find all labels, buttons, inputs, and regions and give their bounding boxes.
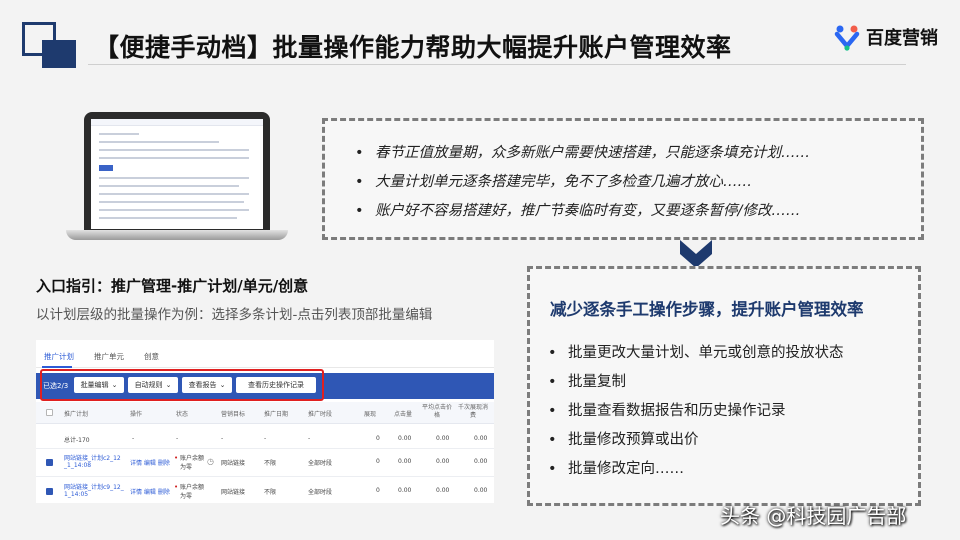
column-header[interactable]: 展现 xyxy=(364,409,376,418)
promo-period[interactable]: 全部时段 xyxy=(308,487,332,496)
campaign-name-link[interactable]: 网站链接_计划c9_12_ xyxy=(64,482,124,491)
campaign-name-link[interactable]: 1_14:05 xyxy=(64,491,88,498)
mini-row xyxy=(99,209,249,211)
mini-row xyxy=(99,149,249,151)
laptop-illustration xyxy=(66,108,288,240)
row-divider xyxy=(36,448,494,449)
summary-value: 0.00 xyxy=(436,435,450,442)
promo-date[interactable]: 不限 xyxy=(264,487,276,496)
benefit-item: 批量查看数据报告和历史操作记录 xyxy=(542,397,844,426)
row-actions[interactable]: 详情 编辑 删除 xyxy=(130,458,170,467)
marketing-goal: 网站链接 xyxy=(221,460,246,467)
status-dot-icon: • xyxy=(174,454,179,462)
mini-row xyxy=(99,193,249,195)
mini-row xyxy=(99,177,249,179)
pain-point-item: 账户好不容易搭建好，推广节奏临时有变，又要逐条暂停/修改…… xyxy=(349,197,810,226)
row-divider xyxy=(36,476,494,477)
mini-selected-tab xyxy=(99,165,113,171)
watermark: 头条 @科技园广告部 xyxy=(720,504,907,528)
laptop-screen xyxy=(91,119,263,229)
mini-row xyxy=(99,217,237,219)
pain-points-list: 春节正值放量期，众多新账户需要快速搭建，只能逐条填充计划…… 大量计划单元逐条搭… xyxy=(349,139,810,226)
promo-date[interactable]: 不限 xyxy=(264,458,276,467)
summary-dash: - xyxy=(132,435,135,442)
summary-dash: - xyxy=(176,435,179,442)
row-checkbox[interactable] xyxy=(46,488,53,495)
cpm: 0.00 xyxy=(474,487,488,494)
entry-guide-title: 入口指引：推广管理-推广计划/单元/创意 xyxy=(36,277,309,295)
pain-point-item: 春节正值放量期，众多新账户需要快速搭建，只能逐条填充计划…… xyxy=(349,139,810,168)
impressions: 0 xyxy=(376,487,380,494)
level-tabs: 推广计划 推广单元 创意 xyxy=(36,340,494,368)
mini-row xyxy=(99,157,249,159)
benefits-box: 减少逐条手工操作步骤，提升账户管理效率 批量更改大量计划、单元或创意的投放状态 … xyxy=(527,266,921,506)
column-header: 推广时段 xyxy=(308,411,333,418)
table-header: 推广计划 操作 状态 营销目标 推广日期 推广时段 展现 点击量 平均点击价格 … xyxy=(36,402,494,424)
promo-period[interactable]: 全部时段 xyxy=(308,458,332,467)
brand-logo: 百度营销 xyxy=(832,22,938,52)
clock-icon: ◷ xyxy=(207,457,214,466)
avg-cpc: 0.00 xyxy=(436,458,450,465)
mini-row xyxy=(99,201,244,203)
summary-value: 0.00 xyxy=(474,435,488,442)
summary-label: 总计-170 xyxy=(64,437,90,444)
row-actions[interactable]: 详情 编辑 删除 xyxy=(130,487,170,496)
slide-title: 【便捷手动档】批量操作能力帮助大幅提升账户管理效率 xyxy=(94,33,732,62)
slide: 【便捷手动档】批量操作能力帮助大幅提升账户管理效率 百度营销 • 春节正值放量期… xyxy=(0,0,960,540)
avg-cpc: 0.00 xyxy=(436,487,450,494)
campaign-name-link[interactable]: 网站链接_计划c2_12 xyxy=(64,453,121,462)
mini-row xyxy=(99,141,219,143)
tab-campaign[interactable]: 推广计划 xyxy=(44,351,74,362)
marketing-goal: 网站链接 xyxy=(221,489,246,496)
benefit-item: 批量更改大量计划、单元或创意的投放状态 xyxy=(542,339,844,368)
logo-text: 百度营销 xyxy=(866,28,938,49)
summary-value: 0.00 xyxy=(398,435,412,442)
column-header: 操作 xyxy=(130,411,143,418)
mini-row xyxy=(99,185,239,187)
status-text: 为零 xyxy=(180,493,193,500)
column-header[interactable]: 平均点击价格 xyxy=(421,404,453,420)
pain-points-box: 春节正值放量期，众多新账户需要快速搭建，只能逐条填充计划…… 大量计划单元逐条搭… xyxy=(322,118,924,240)
column-header[interactable]: 推广计划 xyxy=(64,409,88,418)
column-header: 推广日期 xyxy=(264,411,289,418)
mini-row xyxy=(99,133,139,135)
column-header[interactable]: 点击量 xyxy=(394,409,412,418)
status-dot-icon: • xyxy=(174,483,179,491)
active-tab-indicator xyxy=(42,366,72,368)
tab-adgroup[interactable]: 推广单元 xyxy=(94,351,124,362)
benefits-list: 批量更改大量计划、单元或创意的投放状态 批量复制 批量查看数据报告和历史操作记录… xyxy=(542,339,844,484)
column-header[interactable]: 状态 xyxy=(176,409,188,418)
benefits-heading: 减少逐条手工操作步骤，提升账户管理效率 xyxy=(550,300,864,319)
highlight-box xyxy=(40,369,324,401)
title-divider xyxy=(88,64,906,65)
select-all-checkbox[interactable] xyxy=(46,409,53,416)
status-text: 账户余额 xyxy=(180,455,205,462)
campaign-name-link[interactable]: _1_14:08 xyxy=(64,462,91,469)
benefit-item: 批量修改预算或出价 xyxy=(542,426,844,455)
tab-creative[interactable]: 创意 xyxy=(144,351,159,362)
entry-guide-subtitle: 以计划层级的批量操作为例：选择多条计划-点击列表顶部批量编辑 xyxy=(36,307,433,323)
benefit-item: 批量修改定向…… xyxy=(542,455,844,484)
summary-value: 0 xyxy=(376,435,380,442)
status-text: 为零 xyxy=(180,464,193,471)
benefit-item: 批量复制 xyxy=(542,368,844,397)
campaign-list-screenshot: 推广计划 推广单元 创意 已选2/3 批量编辑 ⌄ 自动规则 ⌄ 查看报告 ⌄ … xyxy=(36,340,494,503)
summary-dash: - xyxy=(308,435,311,442)
impressions: 0 xyxy=(376,458,380,465)
mini-app-header xyxy=(91,119,263,126)
summary-dash: - xyxy=(221,435,224,442)
column-header: 营销目标 xyxy=(221,411,246,418)
cpm: 0.00 xyxy=(474,458,488,465)
column-header[interactable]: 千次展现消费 xyxy=(457,404,489,420)
pain-point-item: 大量计划单元逐条搭建完毕，免不了多检查几遍才放心…… xyxy=(349,168,810,197)
row-checkbox[interactable] xyxy=(46,459,53,466)
clicks: 0.00 xyxy=(398,458,412,465)
clicks: 0.00 xyxy=(398,487,412,494)
laptop-base xyxy=(66,230,288,240)
corner-decoration-fill xyxy=(42,40,76,68)
baidu-marketing-logo-icon xyxy=(834,25,860,51)
status-text: 账户余额 xyxy=(180,484,205,491)
summary-dash: - xyxy=(264,435,267,442)
